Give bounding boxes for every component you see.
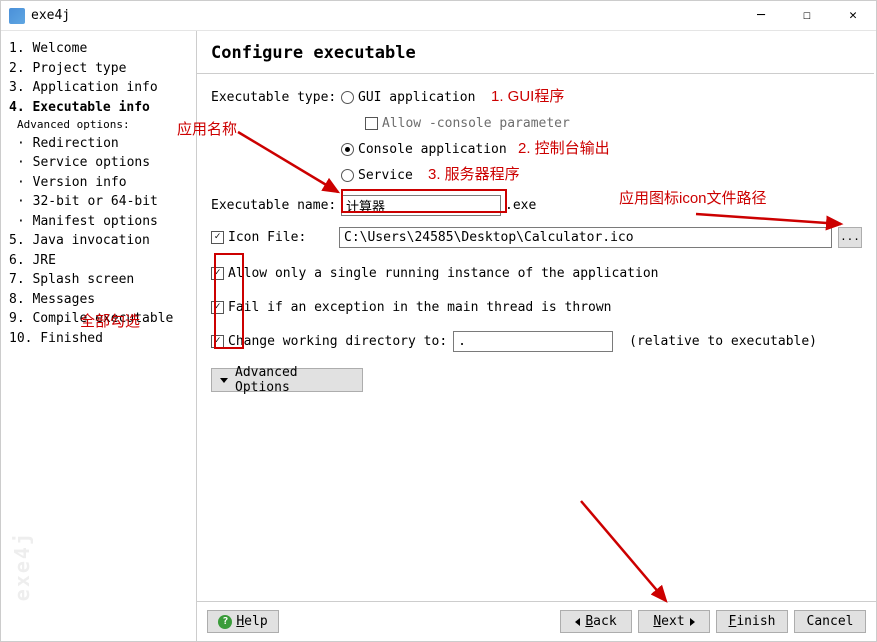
help-icon: ? [218, 615, 232, 629]
window-title: exe4j [31, 8, 738, 23]
sidebar-adv-32-64-bit[interactable]: · 32-bit or 64-bit [9, 192, 196, 212]
back-button[interactable]: Back [560, 610, 632, 633]
cancel-button[interactable]: Cancel [794, 610, 866, 633]
page-title: Configure executable [197, 31, 876, 73]
fail-exception-label: Fail if an exception in the main thread … [228, 300, 612, 315]
sidebar-step-compile-executable[interactable]: 9. Compile executable [9, 309, 196, 329]
help-label: elp [244, 614, 267, 629]
icon-file-label: Icon File: [228, 230, 339, 245]
sidebar-step-application-info[interactable]: 3. Application info [9, 78, 196, 98]
sidebar-step-jre[interactable]: 6. JRE [9, 251, 196, 271]
finish-button[interactable]: Finish [716, 610, 788, 633]
advanced-options-button[interactable]: Advanced Options [211, 368, 363, 392]
service-radio[interactable] [341, 169, 354, 182]
gui-application-radio[interactable] [341, 91, 354, 104]
browse-button[interactable]: ... [838, 227, 862, 248]
app-icon [9, 8, 25, 24]
sidebar-adv-version-info[interactable]: · Version info [9, 173, 196, 193]
sidebar-step-java-invocation[interactable]: 5. Java invocation [9, 231, 196, 251]
maximize-button[interactable]: ☐ [784, 1, 830, 31]
service-label: Service [358, 168, 413, 183]
sidebar-advanced-header: Advanced options: [9, 117, 196, 134]
exec-name-label: Executable name: [211, 198, 341, 213]
sidebar-step-project-type[interactable]: 2. Project type [9, 59, 196, 79]
minimize-button[interactable]: ─ [738, 1, 784, 31]
exec-type-label: Executable type: [211, 90, 341, 105]
exe-suffix-label: .exe [505, 198, 536, 213]
advanced-options-label: Advanced Options [235, 365, 354, 395]
allow-console-label: Allow -console parameter [382, 116, 570, 131]
chevron-down-icon [220, 378, 228, 383]
triangle-left-icon [575, 618, 580, 626]
single-instance-label: Allow only a single running instance of … [228, 266, 658, 281]
sidebar-step-splash-screen[interactable]: 7. Splash screen [9, 270, 196, 290]
relative-label: (relative to executable) [629, 334, 817, 349]
working-dir-input[interactable] [453, 331, 613, 352]
allow-console-checkbox[interactable] [365, 117, 378, 130]
gui-application-label: GUI application [358, 90, 475, 105]
fail-exception-checkbox[interactable]: ✓ [211, 301, 224, 314]
console-application-label: Console application [358, 142, 507, 157]
sidebar-step-welcome[interactable]: 1. Welcome [9, 39, 196, 59]
single-instance-checkbox[interactable]: ✓ [211, 267, 224, 280]
sidebar-adv-service-options[interactable]: · Service options [9, 153, 196, 173]
sidebar-adv-redirection[interactable]: · Redirection [9, 134, 196, 154]
cancel-label: Cancel [807, 614, 854, 629]
change-dir-label: Change working directory to: [228, 334, 447, 349]
exec-name-input[interactable] [341, 195, 501, 216]
help-button[interactable]: ? Help [207, 610, 279, 633]
sidebar-step-messages[interactable]: 8. Messages [9, 290, 196, 310]
wizard-sidebar: 1. Welcome 2. Project type 3. Applicatio… [1, 31, 197, 641]
icon-file-input[interactable] [339, 227, 832, 248]
sidebar-step-executable-info[interactable]: 4. Executable info [9, 98, 196, 118]
watermark-text: exe4j [7, 531, 37, 601]
next-button[interactable]: Next [638, 610, 710, 633]
close-button[interactable]: ✕ [830, 1, 876, 31]
console-application-radio[interactable] [341, 143, 354, 156]
change-dir-checkbox[interactable]: ✓ [211, 335, 224, 348]
sidebar-adv-manifest-options[interactable]: · Manifest options [9, 212, 196, 232]
sidebar-step-finished[interactable]: 10. Finished [9, 329, 196, 349]
triangle-right-icon [690, 618, 695, 626]
icon-file-checkbox[interactable]: ✓ [211, 231, 224, 244]
